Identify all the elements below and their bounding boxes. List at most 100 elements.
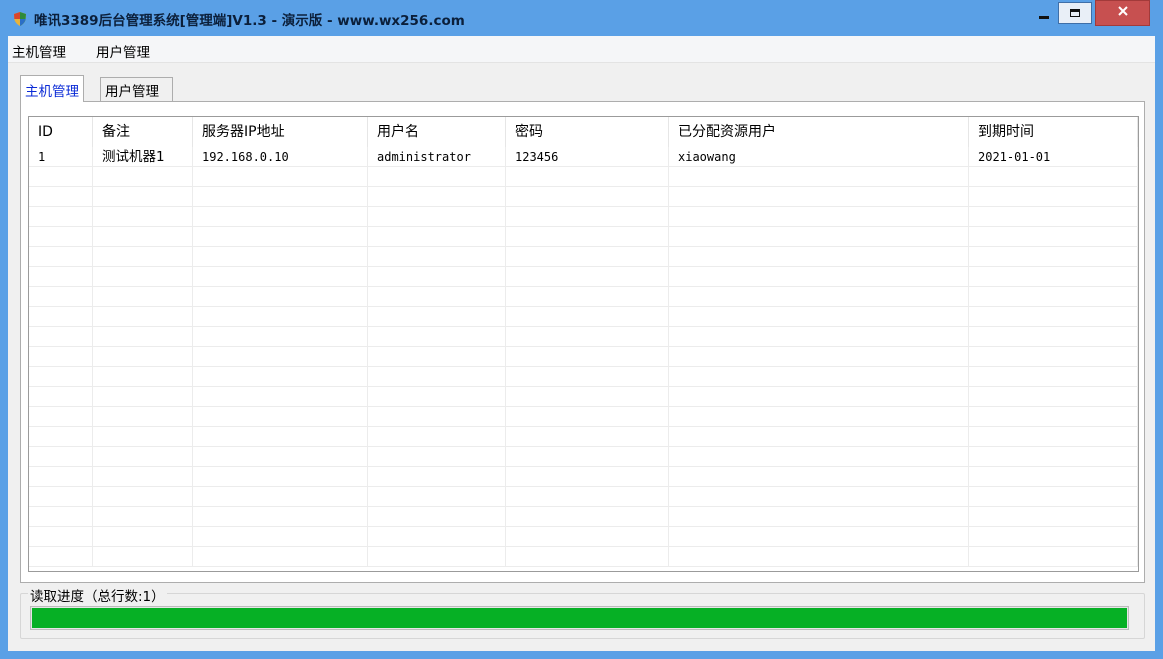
empty-cell: [969, 447, 1138, 467]
empty-cell: [506, 447, 669, 467]
empty-cell: [669, 427, 969, 447]
empty-cell: [93, 447, 193, 467]
progress-bar: [30, 606, 1129, 630]
empty-cell: [368, 227, 506, 247]
empty-cell: [29, 207, 93, 227]
cell-expiry: 2021-01-01: [969, 147, 1138, 167]
title-bar[interactable]: 唯讯3389后台管理系统[管理端]V1.3 - 演示版 - www.wx256.…: [0, 0, 1163, 36]
empty-cell: [29, 347, 93, 367]
cell-id: 1: [29, 147, 93, 167]
empty-cell: [506, 347, 669, 367]
empty-cell: [93, 387, 193, 407]
empty-cell: [368, 327, 506, 347]
empty-cell: [193, 507, 368, 527]
empty-table-row: [29, 407, 1138, 427]
minimize-button[interactable]: [1030, 0, 1058, 26]
empty-cell: [193, 547, 368, 567]
column-header-id[interactable]: ID: [29, 117, 93, 147]
empty-cell: [29, 447, 93, 467]
empty-cell: [669, 347, 969, 367]
empty-table-row: [29, 247, 1138, 267]
tab-user-management[interactable]: 用户管理: [100, 77, 173, 101]
column-header-remark[interactable]: 备注: [93, 117, 193, 147]
empty-cell: [93, 507, 193, 527]
empty-table-row: [29, 447, 1138, 467]
empty-cell: [29, 287, 93, 307]
empty-cell: [93, 467, 193, 487]
empty-cell: [969, 267, 1138, 287]
empty-cell: [193, 347, 368, 367]
maximize-button[interactable]: [1058, 2, 1092, 24]
column-header-assigned-user[interactable]: 已分配资源用户: [669, 117, 969, 147]
client-area: 主机管理 用户管理 主机管理 用户管理 ID 备注 服务器IP地址 用户名 密码…: [8, 36, 1155, 651]
tab-host-management[interactable]: 主机管理: [20, 75, 84, 102]
empty-cell: [93, 347, 193, 367]
empty-cell: [29, 267, 93, 287]
empty-cell: [93, 327, 193, 347]
empty-table-row: [29, 287, 1138, 307]
empty-cell: [669, 507, 969, 527]
empty-cell: [669, 267, 969, 287]
close-icon: [1117, 5, 1129, 21]
empty-cell: [969, 247, 1138, 267]
tab-panel: ID 备注 服务器IP地址 用户名 密码 已分配资源用户 到期时间 1 测试机器…: [20, 101, 1145, 583]
empty-table-row: [29, 467, 1138, 487]
empty-cell: [93, 167, 193, 187]
empty-cell: [368, 447, 506, 467]
empty-cell: [969, 367, 1138, 387]
maximize-icon: [1070, 9, 1080, 17]
empty-cell: [669, 227, 969, 247]
progress-fill: [32, 608, 1127, 628]
empty-cell: [368, 187, 506, 207]
empty-cell: [29, 307, 93, 327]
empty-table-row: [29, 207, 1138, 227]
empty-cell: [969, 427, 1138, 447]
empty-cell: [669, 207, 969, 227]
empty-table-row: [29, 527, 1138, 547]
empty-cell: [368, 167, 506, 187]
empty-cell: [193, 187, 368, 207]
menu-host-management[interactable]: 主机管理: [12, 41, 66, 61]
empty-cell: [193, 207, 368, 227]
host-table[interactable]: ID 备注 服务器IP地址 用户名 密码 已分配资源用户 到期时间 1 测试机器…: [28, 116, 1139, 572]
empty-cell: [368, 547, 506, 567]
empty-cell: [193, 227, 368, 247]
empty-cell: [193, 407, 368, 427]
empty-cell: [669, 307, 969, 327]
empty-cell: [193, 267, 368, 287]
empty-cell: [969, 207, 1138, 227]
empty-cell: [669, 467, 969, 487]
empty-cell: [368, 407, 506, 427]
empty-cell: [193, 327, 368, 347]
table-row[interactable]: 1 测试机器1 192.168.0.10 administrator 12345…: [29, 147, 1138, 167]
empty-cell: [969, 467, 1138, 487]
empty-cell: [368, 347, 506, 367]
column-header-username[interactable]: 用户名: [368, 117, 506, 147]
empty-cell: [506, 227, 669, 247]
empty-cell: [506, 467, 669, 487]
empty-cell: [368, 527, 506, 547]
empty-cell: [93, 527, 193, 547]
column-header-password[interactable]: 密码: [506, 117, 669, 147]
empty-cell: [93, 407, 193, 427]
empty-cell: [29, 327, 93, 347]
empty-cell: [669, 187, 969, 207]
empty-cell: [506, 407, 669, 427]
menu-user-management[interactable]: 用户管理: [96, 41, 150, 61]
empty-cell: [193, 487, 368, 507]
column-header-expiry[interactable]: 到期时间: [969, 117, 1138, 147]
window-title: 唯讯3389后台管理系统[管理端]V1.3 - 演示版 - www.wx256.…: [34, 13, 465, 29]
close-button[interactable]: [1095, 0, 1150, 26]
empty-cell: [969, 287, 1138, 307]
empty-cell: [29, 367, 93, 387]
empty-cell: [506, 287, 669, 307]
empty-table-row: [29, 507, 1138, 527]
empty-cell: [368, 427, 506, 447]
empty-cell: [506, 167, 669, 187]
column-header-server-ip[interactable]: 服务器IP地址: [193, 117, 368, 147]
empty-cell: [969, 167, 1138, 187]
empty-cell: [29, 187, 93, 207]
empty-cell: [93, 427, 193, 447]
empty-cell: [669, 327, 969, 347]
cell-server-ip: 192.168.0.10: [193, 147, 368, 167]
